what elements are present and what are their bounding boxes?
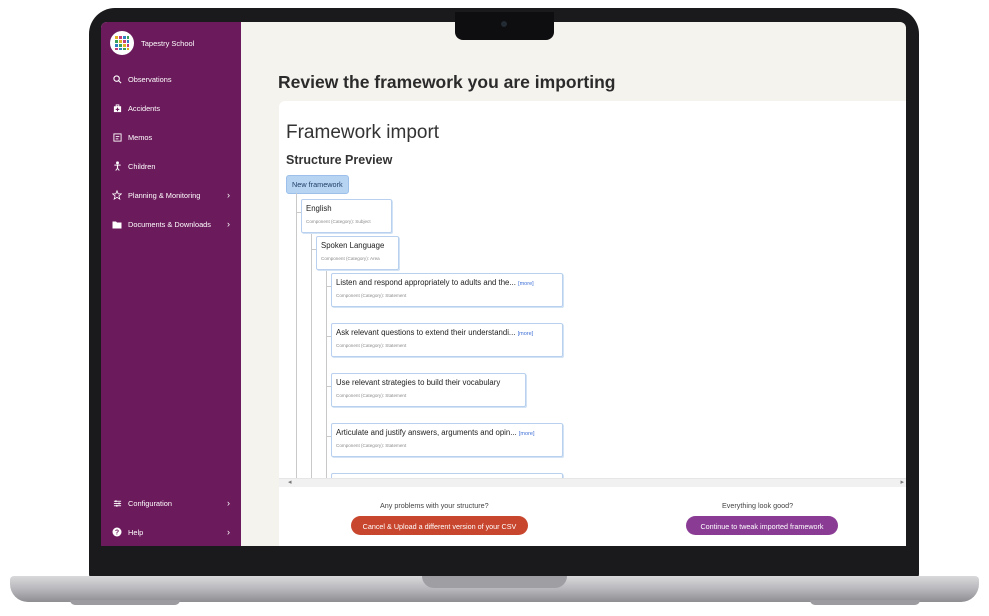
page-title: Review the framework you are importing (278, 72, 616, 92)
more-link[interactable]: [more] (518, 281, 534, 287)
search-icon (112, 74, 122, 84)
node-type: Component (Category): Area (321, 256, 380, 261)
folder-icon (112, 219, 122, 229)
scroll-right-icon[interactable]: ▸ (900, 478, 904, 486)
node-label: Listen and respond appropriately to adul… (336, 278, 534, 287)
chevron-right-icon: › (227, 219, 230, 229)
cancel-upload-button[interactable]: Cancel & Upload a different version of y… (351, 516, 528, 535)
chevron-right-icon: › (227, 190, 230, 200)
node-label: Articulate and justify answers, argument… (336, 428, 535, 437)
horizontal-scrollbar[interactable]: ◂ ▸ (279, 478, 906, 487)
screen: Tapestry School Observations Accidents M… (101, 22, 906, 546)
tree-node-spoken-language[interactable]: Spoken Language Component (Category): Ar… (316, 236, 399, 270)
sidebar-item-label: Documents & Downloads (128, 219, 211, 229)
sidebar: Tapestry School Observations Accidents M… (101, 22, 241, 546)
memo-icon (112, 132, 122, 142)
node-type: Component (Category): Subject (306, 219, 371, 224)
tree-node-statement[interactable]: Articulate and justify answers, argument… (331, 423, 563, 457)
node-type: Component (Category): Statement (336, 343, 407, 348)
chevron-right-icon: › (227, 527, 230, 537)
problems-question: Any problems with your structure? (380, 501, 489, 510)
looks-good-question: Everything look good? (722, 501, 794, 510)
sidebar-item-planning-monitoring[interactable]: Planning & Monitoring › (112, 188, 234, 202)
more-link[interactable]: [more] (519, 431, 535, 437)
tree-connector (311, 231, 312, 478)
sidebar-item-label: Planning & Monitoring (128, 190, 201, 200)
node-label: English (306, 204, 332, 213)
sidebar-item-memos[interactable]: Memos (112, 130, 234, 144)
chevron-right-icon: › (227, 498, 230, 508)
sidebar-item-configuration[interactable]: Configuration › (112, 496, 234, 510)
tree-node-statement[interactable]: Use relevant strategies to build their v… (331, 373, 526, 407)
sidebar-item-label: Children (128, 161, 156, 171)
sidebar-item-label: Accidents (128, 103, 161, 113)
settings-icon (112, 498, 122, 508)
statement-text: Ask relevant questions to extend their u… (336, 328, 516, 337)
laptop-foot-right (810, 600, 920, 605)
first-aid-icon (112, 103, 122, 113)
tree-node-statement[interactable]: Ask relevant questions to extend their u… (331, 323, 563, 357)
star-icon (112, 190, 122, 200)
structure-tree[interactable]: New framework English Component (Categor… (279, 173, 906, 478)
laptop-notch (455, 12, 554, 40)
school-name: Tapestry School (141, 38, 195, 48)
school-switcher[interactable]: Tapestry School (110, 31, 194, 55)
tree-node-statement[interactable]: Listen and respond appropriately to adul… (331, 273, 563, 307)
tree-node-english[interactable]: English Component (Category): Subject (301, 199, 392, 233)
structure-preview-heading: Structure Preview (286, 153, 393, 167)
sidebar-item-label: Memos (128, 132, 153, 142)
node-label: Use relevant strategies to build their v… (336, 378, 501, 387)
sidebar-item-observations[interactable]: Observations (112, 72, 234, 86)
tree-connector (296, 193, 297, 478)
laptop-base-opening (422, 576, 567, 588)
school-logo-icon (110, 31, 134, 55)
node-type: Component (Category): Statement (336, 393, 407, 398)
svg-text:?: ? (115, 530, 119, 537)
main-content: Review the framework you are importing F… (241, 22, 906, 546)
sidebar-item-children[interactable]: Children (112, 159, 234, 173)
scroll-left-icon[interactable]: ◂ (288, 478, 292, 486)
statement-text: Listen and respond appropriately to adul… (336, 278, 516, 287)
sidebar-item-label: Configuration (128, 498, 172, 508)
more-link[interactable]: [more] (518, 331, 534, 337)
sidebar-item-documents-downloads[interactable]: Documents & Downloads › (112, 217, 234, 231)
camera-icon (501, 21, 507, 27)
continue-tweak-button[interactable]: Continue to tweak imported framework (686, 516, 838, 535)
statement-text: Articulate and justify answers, argument… (336, 428, 517, 437)
node-label: Spoken Language (321, 241, 385, 250)
sidebar-item-label: Observations (128, 74, 172, 84)
sidebar-item-accidents[interactable]: Accidents (112, 101, 234, 115)
tree-root-node[interactable]: New framework (286, 175, 349, 194)
framework-import-card: Framework import Structure Preview New f… (279, 101, 906, 546)
node-type: Component (Category): Statement (336, 293, 407, 298)
help-icon: ? (112, 527, 122, 537)
node-label: Ask relevant questions to extend their u… (336, 328, 533, 337)
card-title: Framework import (286, 122, 440, 143)
child-icon (112, 161, 122, 171)
laptop-foot-left (70, 600, 180, 605)
node-type: Component (Category): Statement (336, 443, 407, 448)
sidebar-item-label: Help (128, 527, 144, 537)
sidebar-item-help[interactable]: ? Help › (112, 525, 234, 539)
tree-connector (326, 268, 327, 478)
